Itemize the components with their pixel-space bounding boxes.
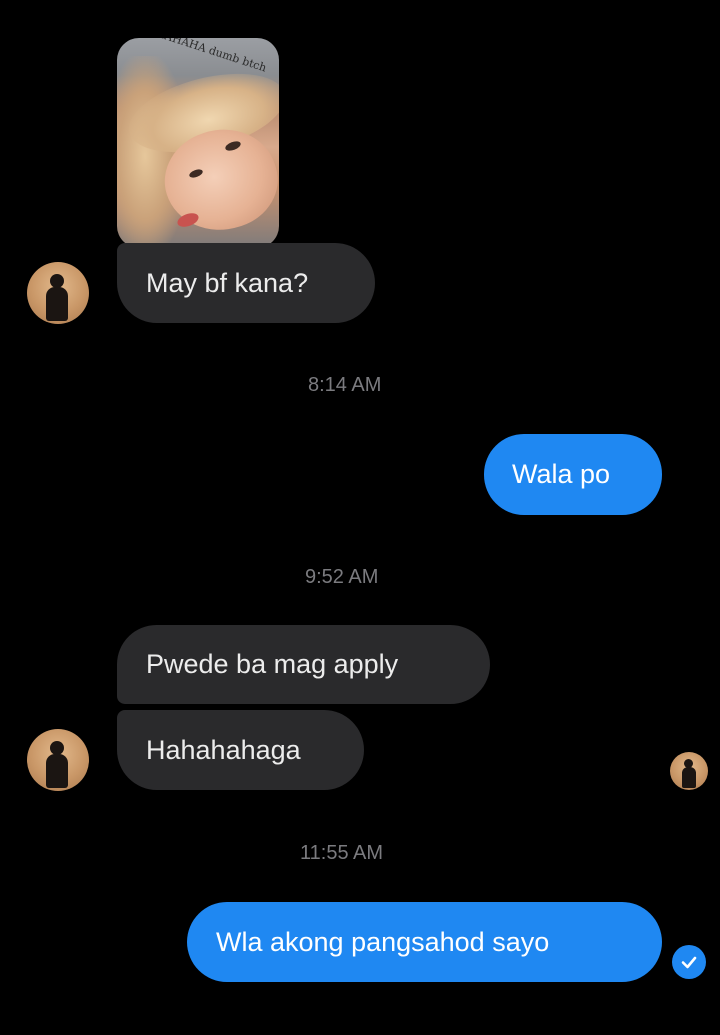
message-text: Wala po: [512, 459, 611, 489]
avatar-body: [46, 754, 68, 788]
message-text: Wla akong pangsahod sayo: [216, 926, 550, 957]
avatar-body: [682, 767, 696, 788]
seen-avatar: [670, 752, 708, 790]
timestamp: 11:55 AM: [300, 842, 384, 864]
checkmark-icon: [681, 956, 697, 969]
outgoing-message-bubble[interactable]: Wala po: [484, 434, 662, 515]
contact-avatar[interactable]: [27, 729, 89, 791]
shared-photo[interactable]: HAHAHA dumb btch: [117, 38, 279, 248]
timestamp: 8:14 AM: [308, 374, 382, 396]
check-circle-icon: [672, 945, 706, 979]
contact-avatar[interactable]: [27, 262, 89, 324]
avatar-head: [50, 741, 64, 755]
incoming-message-bubble[interactable]: Pwede ba mag apply: [117, 625, 490, 704]
timestamp: 9:52 AM: [305, 566, 379, 588]
message-text: May bf kana?: [146, 267, 309, 298]
message-text: Pwede ba mag apply: [146, 649, 399, 679]
incoming-message-bubble[interactable]: May bf kana?: [117, 243, 375, 323]
incoming-message-bubble[interactable]: Hahahahaga: [117, 710, 364, 790]
avatar-body: [46, 287, 68, 321]
avatar-head: [50, 274, 64, 288]
message-text: Hahahahaga: [146, 734, 301, 765]
outgoing-message-bubble[interactable]: Wla akong pangsahod sayo: [187, 902, 662, 982]
